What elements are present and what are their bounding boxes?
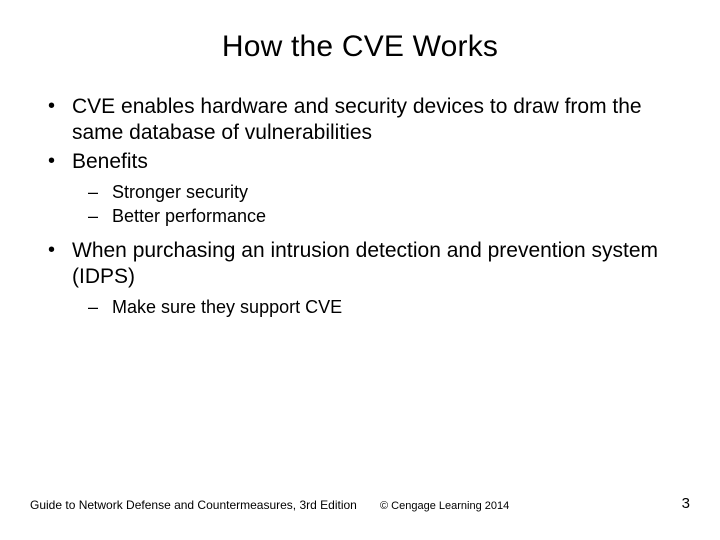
sub-bullet-item: Stronger security (72, 181, 690, 204)
sub-bullet-list: Make sure they support CVE (72, 296, 690, 319)
sub-bullet-text: Better performance (112, 206, 266, 226)
bullet-item: CVE enables hardware and security device… (30, 94, 690, 147)
sub-bullet-item: Better performance (72, 205, 690, 228)
sub-bullet-list: Stronger security Better performance (72, 181, 690, 228)
slide-title: How the CVE Works (0, 0, 720, 74)
slide: How the CVE Works CVE enables hardware a… (0, 0, 720, 540)
sub-bullet-text: Make sure they support CVE (112, 297, 342, 317)
bullet-list: CVE enables hardware and security device… (30, 94, 690, 319)
page-number: 3 (682, 495, 690, 512)
slide-body: CVE enables hardware and security device… (0, 74, 720, 319)
bullet-item: When purchasing an intrusion detection a… (30, 238, 690, 319)
bullet-text: When purchasing an intrusion detection a… (72, 239, 658, 288)
sub-bullet-text: Stronger security (112, 182, 248, 202)
bullet-item: Benefits Stronger security Better perfor… (30, 149, 690, 228)
footer-source: Guide to Network Defense and Countermeas… (30, 498, 357, 512)
sub-bullet-item: Make sure they support CVE (72, 296, 690, 319)
bullet-text: Benefits (72, 150, 148, 173)
footer-copyright: © Cengage Learning 2014 (380, 500, 509, 512)
bullet-text: CVE enables hardware and security device… (72, 95, 642, 144)
